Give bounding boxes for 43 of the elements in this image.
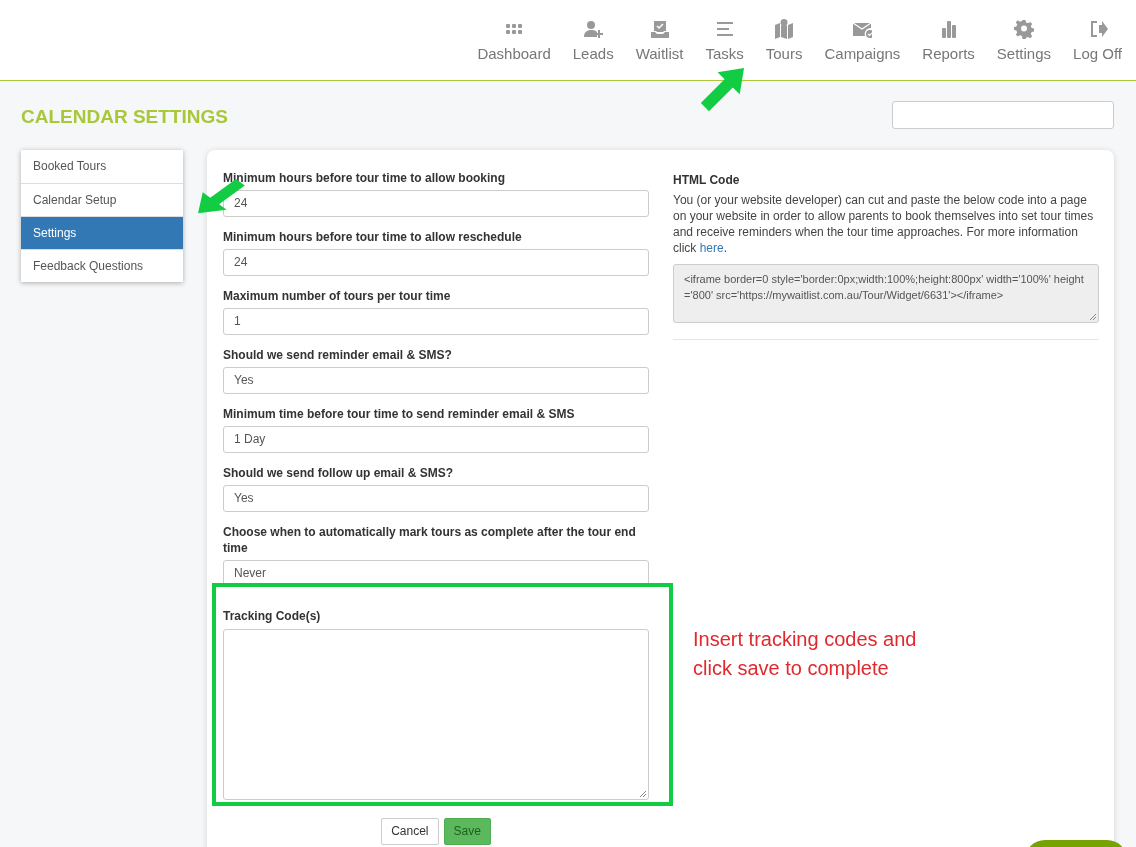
input-field[interactable]: 1 Day <box>223 425 649 453</box>
nav-link[interactable]: Dashboard <box>477 42 551 65</box>
nav-link[interactable]: Campaigns <box>824 42 901 65</box>
sidebar-item[interactable]: Feedback Questions <box>21 248 183 282</box>
map-pin-icon[interactable] <box>774 18 795 39</box>
field-label: Minimum hours before tour time to allow reschedule <box>223 228 523 245</box>
resize-handle-icon <box>1089 312 1097 321</box>
field-label: Should we send follow up email & SMS? <box>223 464 454 481</box>
page-title: CALENDAR SETTINGS <box>21 105 228 129</box>
search-field[interactable] <box>892 101 1114 129</box>
field-label: Should we send reminder email & SMS? <box>223 346 453 363</box>
field-label: Minimum hours before tour time to allow booking <box>223 169 506 186</box>
instruction-note: Insert tracking codes and click save to complete <box>693 627 918 681</box>
sidebar-item[interactable]: Settings <box>21 215 183 249</box>
sidebar-item[interactable]: Calendar Setup <box>21 182 183 216</box>
description-text: You (or your website developer) can cut and paste the below code into a page on your website in order to allow parents to book themselves into set tour times and receive reminders when the tour time approaches. For more information click here. <box>673 191 1095 256</box>
field-label: Tracking Code(s) <box>223 607 322 625</box>
tracking-code-field[interactable] <box>223 628 649 800</box>
add-user-icon[interactable] <box>583 18 604 39</box>
input-field[interactable]: 1 <box>223 307 649 335</box>
nav-link[interactable]: Tours <box>765 42 803 65</box>
settings-icon[interactable] <box>1013 18 1034 39</box>
section-title: HTML Code <box>673 171 741 189</box>
input-field[interactable]: 24 <box>223 248 649 276</box>
input-field[interactable]: Yes <box>223 484 649 512</box>
inbox-check-icon[interactable] <box>649 18 670 39</box>
cancel-button[interactable]: Cancel <box>381 817 439 845</box>
here-link[interactable]: here <box>699 240 724 255</box>
html-code-field[interactable]: <iframe border=0 style='border:0px;width:100%;height:800px' width='100%' height='800' src='https://mywaitlist.com.au/Tour/Widget/6631'></iframe> <box>673 263 1099 323</box>
nav-link[interactable]: Reports <box>922 42 975 65</box>
nav-link[interactable]: Leads <box>572 42 614 65</box>
nav-link[interactable]: Waitlist <box>635 42 684 65</box>
code-text: <iframe border=0 style='border:0px;width:100%;height:800px' width='100%' height='800' src='https://mywaitlist.com.au/Tour/Widget/6631'></iframe> <box>684 271 1085 303</box>
input-field[interactable]: Yes <box>223 366 649 394</box>
field-label: Choose when to automatically mark tours as complete after the tour end time <box>223 523 637 556</box>
nav-link[interactable]: Log Off <box>1073 42 1122 65</box>
input-field[interactable]: 24 <box>223 189 649 217</box>
sidebar-item[interactable]: Booked Tours <box>21 149 183 183</box>
nav-link[interactable]: Tasks <box>705 42 744 65</box>
resize-handle-icon <box>639 789 647 798</box>
nav-link[interactable]: Settings <box>996 42 1052 65</box>
field-label: Maximum number of tours per tour time <box>223 287 452 304</box>
field-label: Minimum time before tour time to send reminder email & SMS <box>223 405 576 422</box>
